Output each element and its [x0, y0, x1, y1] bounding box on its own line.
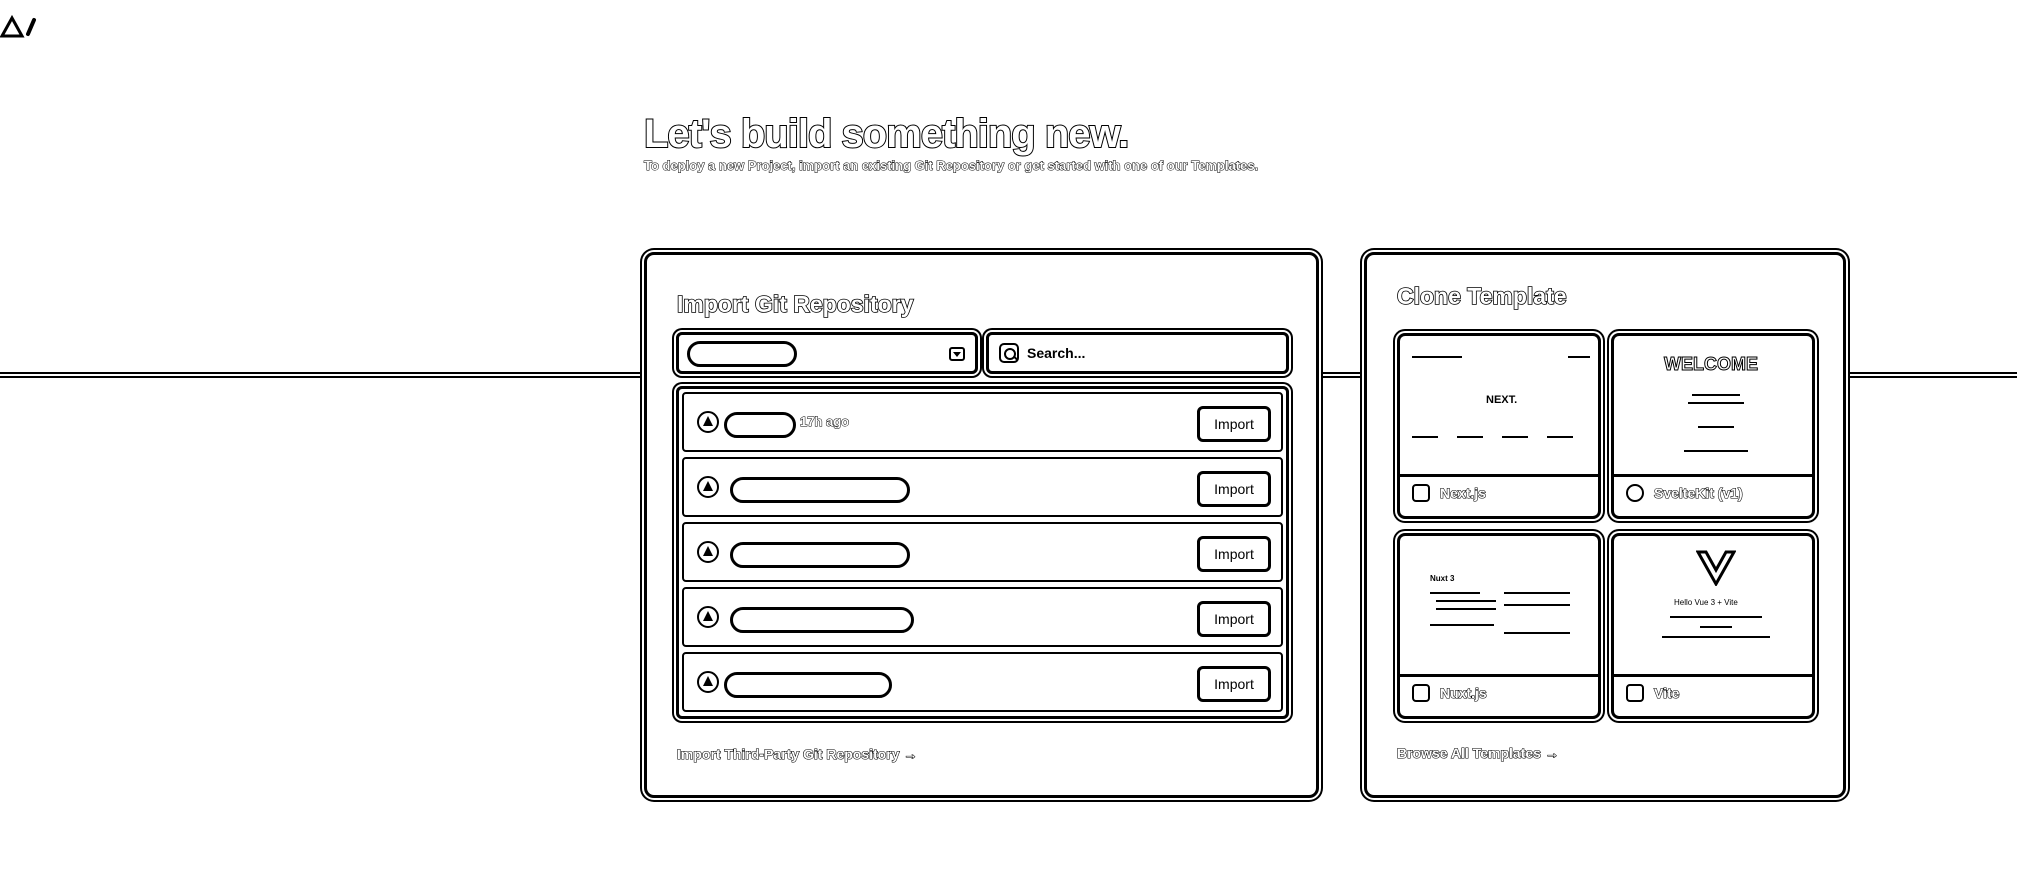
repo-avatar-icon	[697, 476, 719, 498]
svelte-icon	[1626, 484, 1644, 502]
git-scope-select[interactable]	[676, 332, 978, 374]
template-name: Nuxt.js	[1439, 684, 1487, 701]
template-preview: WELCOME	[1614, 336, 1812, 477]
template-card-sveltekit[interactable]: WELCOME SvelteKit (v1)	[1611, 333, 1815, 519]
repo-avatar-icon	[697, 411, 719, 433]
import-button[interactable]: Import	[1197, 666, 1271, 702]
template-name: Vite	[1653, 684, 1680, 701]
import-git-repository-panel: Import Git Repository 17h ago Import Imp…	[644, 252, 1319, 798]
template-preview: Nuxt 3	[1400, 536, 1598, 677]
search-icon	[999, 343, 1019, 363]
repo-name-redacted[interactable]	[730, 542, 910, 568]
template-card-nuxtjs[interactable]: Nuxt 3 Nuxt.js	[1397, 533, 1601, 719]
page-subtitle: To deploy a new Project, import an exist…	[643, 158, 1259, 174]
template-card-vite[interactable]: Hello Vue 3 + Vite Vite	[1611, 533, 1815, 719]
vite-preview-heading: Hello Vue 3 + Vite	[1674, 598, 1738, 607]
browse-all-templates-link[interactable]: Browse All Templates →	[1396, 744, 1559, 761]
list-item[interactable]: Import	[682, 522, 1283, 582]
scope-account-redacted	[687, 341, 797, 367]
nextjs-icon	[1412, 484, 1430, 502]
repo-name-redacted[interactable]	[724, 672, 892, 698]
nextjs-preview-logo: NEXT.	[1486, 394, 1518, 406]
import-button[interactable]: Import	[1197, 406, 1271, 442]
chevron-down-icon	[949, 347, 965, 361]
import-button[interactable]: Import	[1197, 471, 1271, 507]
vue-logo-icon	[1696, 550, 1736, 586]
import-button[interactable]: Import	[1197, 601, 1271, 637]
list-item[interactable]: Import	[682, 457, 1283, 517]
nuxt-preview-badge: Nuxt 3	[1430, 574, 1455, 583]
template-label: Vite	[1614, 674, 1812, 716]
repo-name-redacted[interactable]	[724, 412, 796, 438]
hero: Let's build something new. To deploy a n…	[643, 111, 1259, 174]
template-label: Next.js	[1400, 474, 1598, 516]
vercel-logo-icon	[0, 14, 36, 38]
template-label: Nuxt.js	[1400, 674, 1598, 716]
nuxt-icon	[1412, 684, 1430, 702]
list-item[interactable]: 17h ago Import	[682, 392, 1283, 452]
repo-avatar-icon	[697, 671, 719, 693]
repo-avatar-icon	[697, 606, 719, 628]
template-name: SvelteKit (v1)	[1653, 484, 1743, 501]
repo-avatar-icon	[697, 541, 719, 563]
repo-name-redacted[interactable]	[730, 477, 910, 503]
repo-name-redacted[interactable]	[730, 607, 914, 633]
list-item[interactable]: Import	[682, 587, 1283, 647]
repo-updated-time: 17h ago	[799, 414, 850, 430]
repository-list: 17h ago Import Import Import Import Impo…	[676, 386, 1289, 719]
template-preview: NEXT.	[1400, 336, 1598, 477]
vite-icon	[1626, 684, 1644, 702]
import-button[interactable]: Import	[1197, 536, 1271, 572]
clone-template-panel: Clone Template NEXT. Next.js WELCOME Sve…	[1364, 252, 1846, 798]
page-title: Let's build something new.	[643, 111, 1130, 157]
import-third-party-repo-link[interactable]: Import Third-Party Git Repository →	[676, 745, 917, 762]
list-item[interactable]: Import	[682, 652, 1283, 712]
template-preview: Hello Vue 3 + Vite	[1614, 536, 1812, 677]
template-card-nextjs[interactable]: NEXT. Next.js	[1397, 333, 1601, 519]
template-label: SvelteKit (v1)	[1614, 474, 1812, 516]
import-panel-title: Import Git Repository	[676, 290, 914, 318]
clone-panel-title: Clone Template	[1396, 282, 1567, 310]
repo-search	[986, 332, 1289, 374]
template-name: Next.js	[1439, 484, 1486, 501]
search-input[interactable]	[1027, 342, 1277, 364]
sveltekit-preview-heading: WELCOME	[1664, 354, 1759, 375]
